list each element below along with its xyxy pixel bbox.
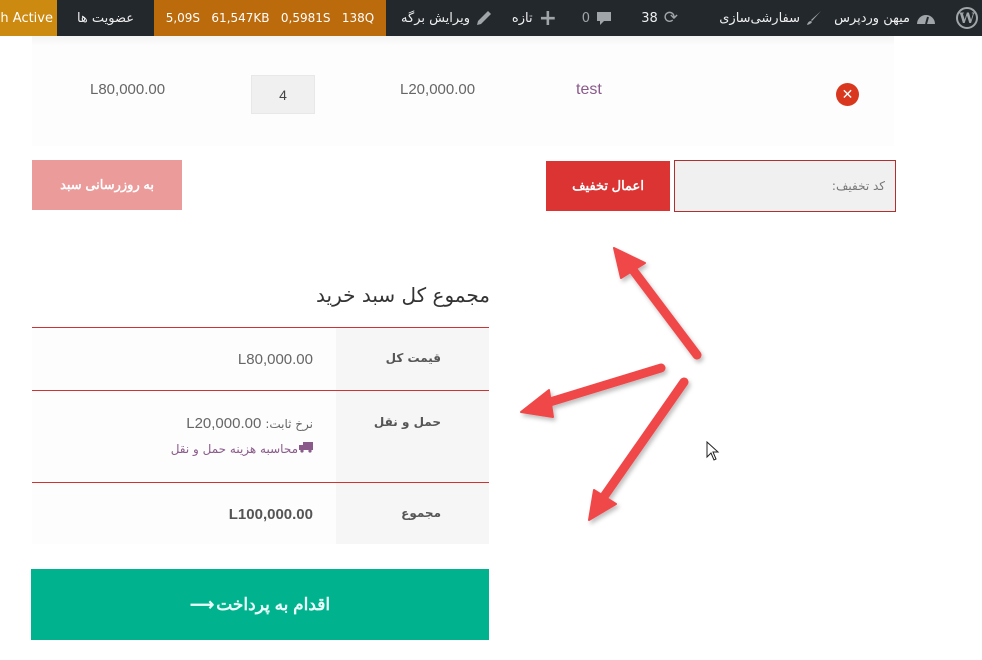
product-name-link[interactable]: test	[576, 81, 602, 99]
svg-text:W: W	[958, 11, 975, 27]
shipping-label: حمل و نقل	[336, 391, 489, 482]
edit-page-link[interactable]: ویرایش برگه	[401, 0, 492, 36]
arrow-to-total	[588, 377, 689, 521]
site-name-menu[interactable]: میهن وردپرس	[834, 0, 936, 36]
order-total-value: L100,000.00	[228, 506, 313, 523]
shipping-rate: نرخ ثابت: L20,000.00	[186, 415, 313, 432]
pencil-icon	[476, 10, 492, 26]
page-time: 5,09S	[165, 11, 201, 25]
comment-icon	[596, 10, 612, 26]
subtotal-label: قیمت کل	[336, 328, 489, 390]
shipping-calculator-label: محاسبه هزینه حمل و نقل	[170, 441, 298, 456]
order-total-row: مجموع L100,000.00	[32, 482, 489, 544]
plus-icon: +	[538, 5, 557, 31]
new-content-menu[interactable]: + تازه	[512, 0, 557, 36]
customize-label: سفارشی‌سازی	[719, 10, 800, 26]
truck-icon	[299, 441, 313, 456]
subtotal-value: L80,000.00	[237, 351, 313, 368]
checkout-label: اقدام به پرداخت	[216, 594, 331, 614]
site-name: میهن وردپرس	[834, 10, 910, 26]
memory-usage: 61,547KB	[211, 11, 270, 25]
apply-coupon-button[interactable]: اعمال تخفیف	[546, 161, 670, 211]
mouse-cursor-icon	[706, 440, 720, 465]
members-menu[interactable]: عضویت ها	[57, 0, 154, 36]
remove-item-button[interactable]: ✕	[836, 83, 859, 106]
shipping-row: حمل و نقل نرخ ثابت: L20,000.00 محاسبه هز…	[32, 390, 489, 482]
coupon-code-input[interactable]	[674, 160, 896, 212]
arrow-to-shipping	[520, 363, 666, 418]
quantity-input[interactable]: 4	[251, 75, 315, 114]
order-total-label: مجموع	[336, 483, 489, 544]
arrow-to-apply-coupon	[613, 247, 702, 360]
query-count: 138Q	[341, 11, 375, 25]
item-price: L20,000.00	[400, 81, 476, 98]
admin-bar: W میهن وردپرس سفارشی‌سازی ⟳ 38 0 + تازه …	[0, 0, 982, 36]
wp-logo-menu[interactable]: W	[956, 0, 978, 36]
proceed-to-checkout-button[interactable]: اقدام به پرداخت ⟶	[31, 569, 489, 640]
updates-icon: ⟳	[663, 8, 678, 28]
shipping-rate-prefix: نرخ ثابت:	[265, 416, 313, 431]
comments-link[interactable]: 0	[582, 0, 612, 36]
updates-link[interactable]: ⟳ 38	[641, 0, 678, 36]
customize-link[interactable]: سفارشی‌سازی	[719, 0, 822, 36]
new-label: تازه	[511, 10, 533, 26]
query-time: 0,5981S	[280, 11, 331, 25]
query-monitor-stats[interactable]: 5,09S 61,547KB 0,5981S 138Q	[154, 0, 386, 36]
row-top-shade	[32, 36, 894, 46]
dashboard-icon	[916, 10, 936, 26]
close-icon: ✕	[841, 86, 854, 103]
item-subtotal: L80,000.00	[90, 81, 166, 98]
arrow-right-icon: ⟶	[189, 594, 215, 614]
shipping-calculator-link[interactable]: محاسبه هزینه حمل و نقل	[171, 441, 313, 456]
shipping-rate-value: L20,000.00	[186, 415, 262, 432]
edit-page-label: ویرایش برگه	[401, 10, 470, 26]
updates-count: 38	[641, 10, 658, 26]
subtotal-row: قیمت کل L80,000.00	[32, 327, 489, 390]
active-status-menu[interactable]: h Active	[0, 0, 57, 36]
paintbrush-icon	[806, 10, 822, 26]
comments-count: 0	[581, 10, 590, 26]
update-cart-button[interactable]: به روزرسانی سبد	[32, 160, 182, 210]
cart-totals-title: مجموع کل سبد خرید	[316, 283, 490, 307]
wordpress-logo-icon: W	[956, 7, 978, 29]
